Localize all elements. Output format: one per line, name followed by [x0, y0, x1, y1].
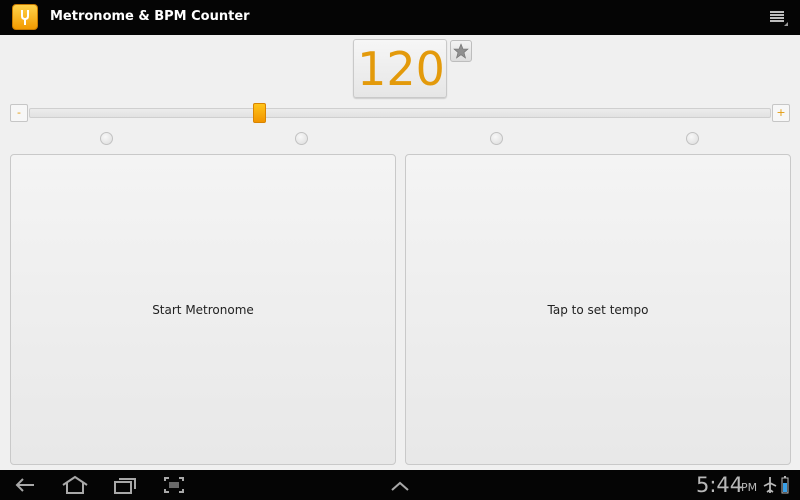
decrease-tempo-button[interactable]: -	[10, 104, 28, 122]
clock-ampm: PM	[741, 481, 758, 494]
start-metronome-label: Start Metronome	[152, 302, 254, 317]
bpm-value: 120	[357, 42, 445, 96]
app-title: Metronome & BPM Counter	[50, 9, 250, 24]
tap-tempo-button[interactable]: Tap to set tempo	[405, 154, 791, 465]
overflow-menu-icon[interactable]	[770, 11, 788, 26]
beat-indicator	[100, 132, 113, 145]
favorite-button[interactable]	[450, 40, 472, 62]
tempo-slider-thumb[interactable]	[252, 103, 266, 123]
clock-time: 5:44	[696, 473, 744, 497]
beat-indicator	[490, 132, 503, 145]
home-icon[interactable]	[60, 475, 90, 495]
airplane-icon	[763, 477, 777, 493]
start-metronome-button[interactable]: Start Metronome	[10, 154, 396, 465]
screenshot-icon[interactable]	[162, 475, 186, 495]
up-chevron-icon[interactable]	[388, 475, 412, 495]
beat-indicator	[686, 132, 699, 145]
increase-tempo-button[interactable]: +	[772, 104, 790, 122]
tap-tempo-label: Tap to set tempo	[547, 302, 649, 317]
beat-indicator	[295, 132, 308, 145]
battery-icon	[781, 476, 789, 494]
system-bar: 5:44 PM	[0, 470, 800, 500]
bpm-display[interactable]: 120	[353, 39, 447, 98]
tuning-fork-icon[interactable]	[12, 4, 38, 30]
star-icon	[453, 43, 469, 59]
back-icon[interactable]	[12, 475, 38, 495]
tempo-slider[interactable]	[29, 108, 771, 118]
recent-apps-icon[interactable]	[112, 475, 138, 495]
action-bar: Metronome & BPM Counter	[0, 0, 800, 35]
